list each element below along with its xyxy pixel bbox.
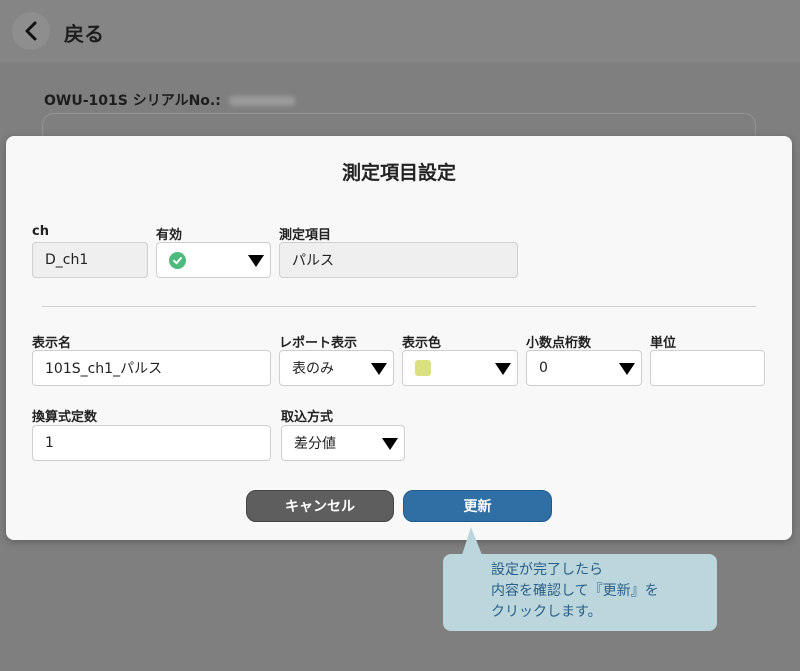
enabled-select[interactable] — [156, 242, 271, 278]
serial-label-text: OWU-101S シリアルNo.: — [44, 93, 221, 109]
capture-method-label: 取込方式 — [281, 410, 334, 425]
measurement-settings-dialog: 測定項目設定 ch D_ch1 有効 測定項目 パルス 表示名 101S_ch1… — [6, 136, 792, 540]
back-label[interactable]: 戻る — [64, 18, 104, 47]
page-header: 戻る — [0, 0, 800, 62]
measure-item-field: パルス — [279, 242, 518, 278]
dialog-title: 測定項目設定 — [341, 162, 456, 184]
measure-item-label: 測定項目 — [279, 228, 332, 243]
tooltip-pointer — [462, 527, 482, 555]
tooltip-line: 内容を確認して『更新』を — [491, 583, 659, 599]
conversion-factor-input[interactable]: 1 — [32, 425, 271, 461]
decimal-places-value: 0 — [539, 360, 548, 376]
capture-method-select[interactable]: 差分値 — [281, 425, 405, 461]
ch-value: D_ch1 — [45, 252, 89, 268]
report-display-label: レポート表示 — [279, 336, 358, 351]
caret-down-icon — [495, 363, 511, 375]
caret-down-icon — [371, 363, 387, 375]
back-button[interactable] — [12, 12, 50, 50]
decimal-places-select[interactable]: 0 — [526, 350, 642, 386]
display-color-label: 表示色 — [402, 336, 442, 351]
caret-down-icon — [382, 438, 398, 450]
measure-item-value: パルス — [292, 253, 334, 269]
decimal-places-label: 小数点桁数 — [526, 336, 592, 351]
cancel-button[interactable]: キャンセル — [246, 490, 394, 522]
divider — [42, 306, 756, 307]
unit-label: 単位 — [650, 336, 677, 351]
report-display-select[interactable]: 表のみ — [279, 350, 394, 386]
update-button[interactable]: 更新 — [403, 490, 552, 522]
chevron-left-icon — [25, 21, 37, 41]
capture-method-value: 差分値 — [294, 436, 336, 452]
check-circle-icon — [169, 251, 186, 269]
ch-label: ch — [32, 224, 49, 239]
ch-field: D_ch1 — [32, 242, 148, 278]
enabled-label: 有効 — [156, 228, 183, 243]
conversion-factor-label: 換算式定数 — [32, 410, 98, 425]
display-name-label: 表示名 — [32, 336, 72, 351]
tooltip-callout: 設定が完了したら 内容を確認して『更新』を クリックします。 — [443, 554, 717, 631]
caret-down-icon — [248, 255, 264, 267]
unit-input[interactable] — [650, 350, 765, 386]
display-color-select[interactable] — [402, 350, 518, 386]
caret-down-icon — [619, 363, 635, 375]
display-name-value: 101S_ch1_パルス — [45, 361, 163, 377]
display-name-input[interactable]: 101S_ch1_パルス — [32, 350, 271, 386]
tooltip-line: クリックします。 — [491, 604, 602, 620]
conversion-factor-value: 1 — [45, 435, 54, 451]
serial-label: OWU-101S シリアルNo.: — [44, 90, 295, 110]
color-swatch — [415, 360, 431, 376]
report-display-value: 表のみ — [292, 361, 334, 377]
tooltip-line: 設定が完了したら — [491, 562, 603, 578]
serial-number-redacted — [228, 96, 295, 106]
